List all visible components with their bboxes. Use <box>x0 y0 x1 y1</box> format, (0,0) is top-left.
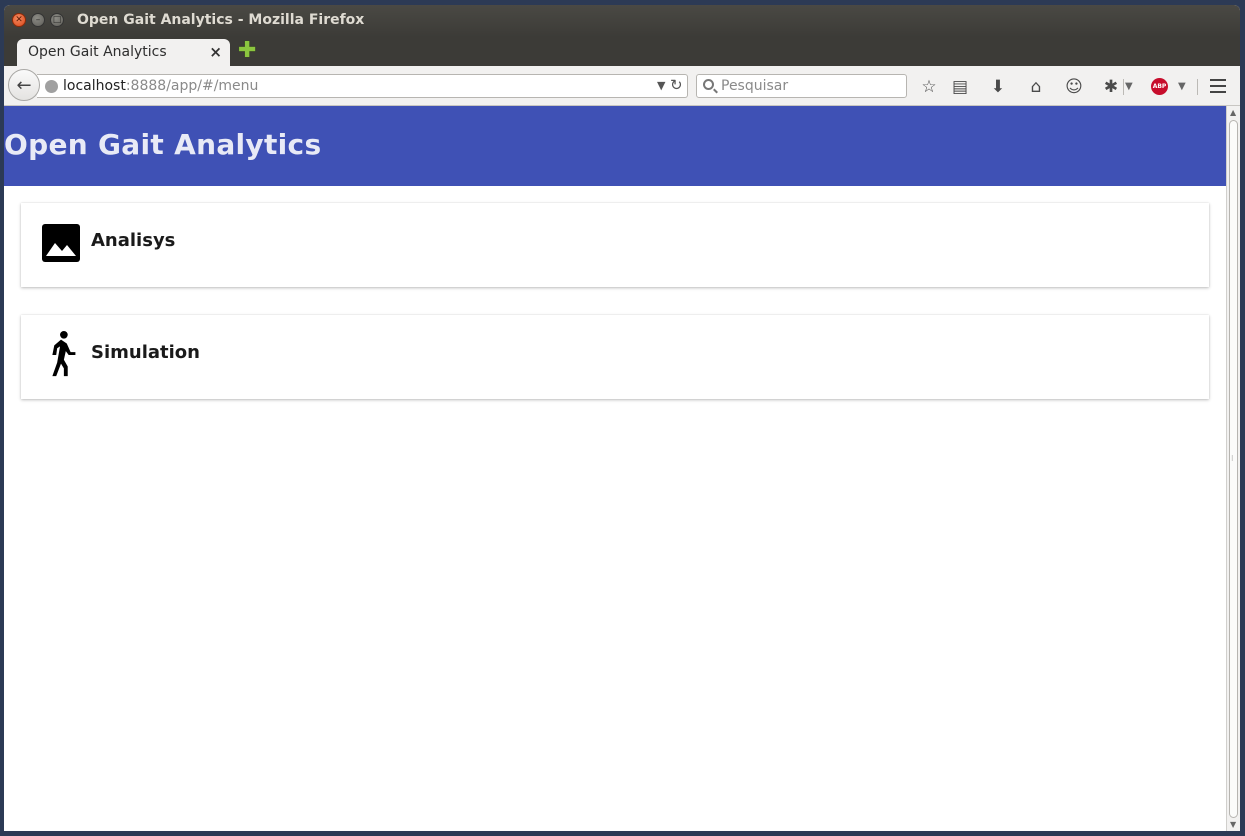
toolbar-separator <box>1123 79 1124 95</box>
search-icon <box>703 79 714 90</box>
bug-extension-icon[interactable]: ✱ <box>1100 77 1122 97</box>
menu-card-label: Simulation <box>91 342 200 363</box>
scroll-up-icon[interactable]: ▲ <box>1230 108 1236 117</box>
menu-card-analisys[interactable]: Analisys <box>21 203 1209 287</box>
back-button[interactable]: ← <box>8 69 40 101</box>
tab-close-icon[interactable]: × <box>209 43 222 61</box>
vertical-scrollbar[interactable]: ▲ ⁝ ▼ <box>1226 106 1240 831</box>
search-input[interactable]: Pesquisar <box>721 78 788 94</box>
title-bar: ✕ – □ Open Gait Analytics - Mozilla Fire… <box>4 5 1240 37</box>
search-bar[interactable]: Pesquisar <box>696 74 907 98</box>
app-header: Open Gait Analytics <box>4 106 1226 186</box>
window-title: Open Gait Analytics - Mozilla Firefox <box>77 12 365 28</box>
scroll-down-icon[interactable]: ▼ <box>1230 820 1236 829</box>
walking-person-icon <box>52 330 76 377</box>
bookmarks-menu-icon[interactable]: ▤ <box>949 77 971 97</box>
extension-dropdown-icon[interactable]: ▼ <box>1125 81 1133 92</box>
globe-icon <box>45 80 58 93</box>
url-text[interactable]: localhost:8888/app/#/menu <box>63 78 258 94</box>
page-content: Open Gait Analytics Analisys Simulation <box>4 106 1226 831</box>
adblock-plus-icon[interactable]: ABP <box>1151 78 1168 95</box>
menu-hamburger-icon[interactable] <box>1210 79 1226 93</box>
url-history-dropdown-icon[interactable]: ▼ <box>657 79 665 92</box>
image-icon <box>42 224 80 262</box>
reload-icon[interactable]: ↻ <box>670 76 683 94</box>
back-arrow-icon: ← <box>16 74 32 96</box>
home-icon[interactable]: ⌂ <box>1025 77 1047 97</box>
scroll-grip-icon: ⁝ <box>1231 454 1234 463</box>
tab-strip: Open Gait Analytics × ✚ <box>4 37 1240 66</box>
navigation-toolbar: localhost:8888/app/#/menu ▼ ↻ ← Pesquisa… <box>4 66 1240 106</box>
bookmark-star-icon[interactable]: ☆ <box>918 77 940 97</box>
url-path: :8888/app/#/menu <box>125 78 259 94</box>
browser-window: ✕ – □ Open Gait Analytics - Mozilla Fire… <box>4 5 1240 831</box>
scrollbar-thumb[interactable] <box>1229 120 1238 818</box>
adblock-dropdown-icon[interactable]: ▼ <box>1178 81 1186 92</box>
window-maximize-button[interactable]: □ <box>50 13 64 27</box>
window-close-button[interactable]: ✕ <box>12 13 26 27</box>
tab-open-gait-analytics[interactable]: Open Gait Analytics × <box>17 39 230 66</box>
url-host: localhost <box>63 78 126 94</box>
downloads-icon[interactable]: ⬇ <box>987 77 1009 97</box>
new-tab-plus-icon[interactable]: ✚ <box>238 40 256 62</box>
page-title: Open Gait Analytics <box>4 128 322 161</box>
window-minimize-button[interactable]: – <box>31 13 45 27</box>
url-bar[interactable]: localhost:8888/app/#/menu ▼ ↻ <box>37 74 688 98</box>
chat-icon[interactable]: ☺ <box>1063 77 1085 97</box>
tab-label: Open Gait Analytics <box>28 44 167 60</box>
menu-card-label: Analisys <box>91 230 176 251</box>
toolbar-separator <box>1197 79 1198 95</box>
menu-card-simulation[interactable]: Simulation <box>21 315 1209 399</box>
